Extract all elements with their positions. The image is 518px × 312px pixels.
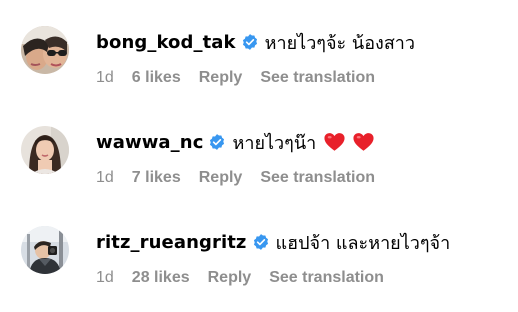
avatar[interactable] <box>21 26 69 74</box>
likes-count[interactable]: 28 likes <box>132 269 190 287</box>
username-link[interactable]: wawwa_nc <box>96 132 203 153</box>
see-translation-button[interactable]: See translation <box>260 169 375 187</box>
likes-count[interactable]: 6 likes <box>132 69 181 87</box>
comment-text: แฮปจ้า และหายไวๆจ้า <box>275 232 451 254</box>
verified-badge-icon <box>252 233 270 251</box>
avatar[interactable] <box>21 126 69 174</box>
see-translation-button[interactable]: See translation <box>269 269 384 287</box>
comment-timestamp: 1d <box>96 269 114 286</box>
heart-icon <box>353 132 374 152</box>
likes-count[interactable]: 7 likes <box>132 169 181 187</box>
comment-item: ritz_rueangritz แฮปจ้า และหายไวๆจ้า 1d 2… <box>0 200 518 300</box>
comment-timestamp: 1d <box>96 69 114 86</box>
heart-icon <box>324 132 345 152</box>
comment-item: bong_kod_tak หายไวๆจ้ะ น้องสาว 1d 6 like… <box>0 0 518 100</box>
comment-item: wawwa_nc หายไวๆน๊า 1d 7 likes Reply See … <box>0 100 518 200</box>
reply-button[interactable]: Reply <box>199 169 243 187</box>
username-link[interactable]: ritz_rueangritz <box>96 232 247 253</box>
avatar[interactable] <box>21 226 69 274</box>
username-link[interactable]: bong_kod_tak <box>96 32 236 53</box>
comment-meta: 1d 28 likes Reply See translation <box>96 267 384 289</box>
comment-timestamp: 1d <box>96 169 114 186</box>
comment-text: หายไวๆน๊า <box>232 132 317 154</box>
comment-meta: 1d 7 likes Reply See translation <box>96 167 375 189</box>
comment-meta: 1d 6 likes Reply See translation <box>96 67 375 89</box>
reply-button[interactable]: Reply <box>199 69 243 87</box>
comment-header: ritz_rueangritz แฮปจ้า และหายไวๆจ้า <box>96 229 450 255</box>
comment-text: หายไวๆจ้ะ น้องสาว <box>264 32 416 54</box>
verified-badge-icon <box>208 133 226 151</box>
comment-header: bong_kod_tak หายไวๆจ้ะ น้องสาว <box>96 29 415 55</box>
verified-badge-icon <box>241 33 259 51</box>
comment-header: wawwa_nc หายไวๆน๊า <box>96 129 374 155</box>
see-translation-button[interactable]: See translation <box>260 69 375 87</box>
reply-button[interactable]: Reply <box>208 269 252 287</box>
